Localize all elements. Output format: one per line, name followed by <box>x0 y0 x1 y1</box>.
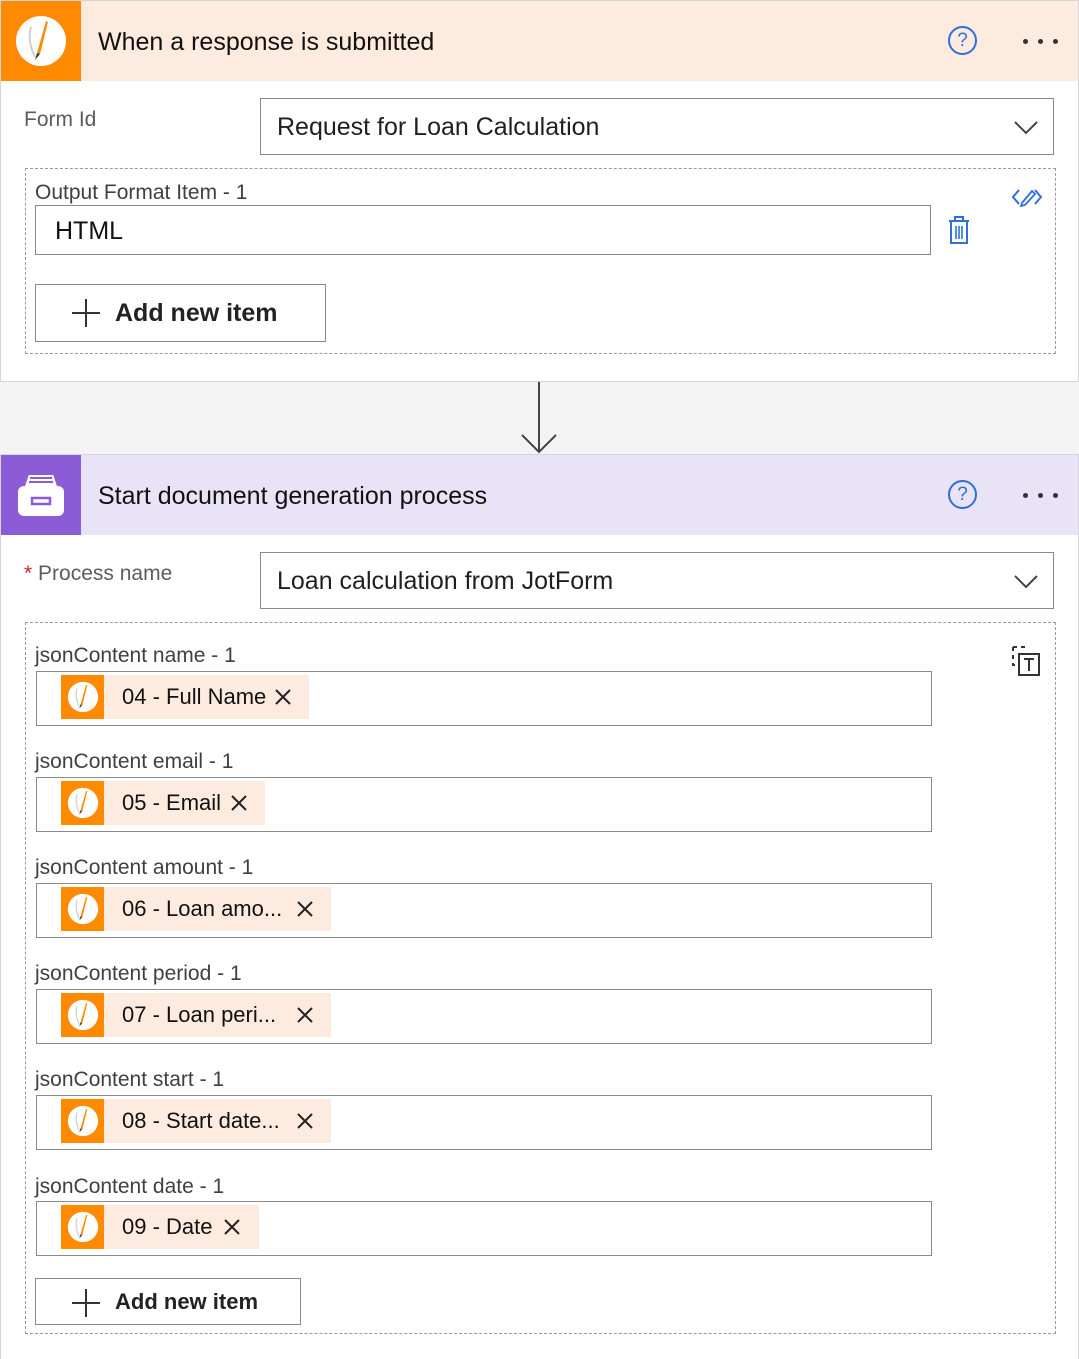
action-help-button[interactable]: ? <box>948 480 977 509</box>
trigger-title: When a response is submitted <box>98 28 435 56</box>
json-content-start-field[interactable]: 08 - Start date... <box>36 1095 932 1150</box>
token-label: 04 - Full Name <box>122 684 267 709</box>
flow-connector <box>0 382 1079 454</box>
jotform-pencil-icon <box>61 993 104 1037</box>
trigger-more-options-button[interactable] <box>1015 29 1065 53</box>
form-id-value: Request for Loan Calculation <box>277 113 600 141</box>
jotform-pencil-icon <box>1 1 81 81</box>
dynamic-content-token[interactable]: 04 - Full Name <box>61 675 309 719</box>
dot-icon <box>1022 492 1028 498</box>
dynamic-content-token[interactable]: 06 - Loan amo... <box>61 887 331 931</box>
remove-token-icon[interactable] <box>222 1217 242 1237</box>
json-content-date-field[interactable]: 09 - Date <box>36 1201 932 1256</box>
add-new-item-label: Add new item <box>115 299 278 327</box>
json-content-array: jsonContent name - 1 04 - Full Name json… <box>25 622 1056 1334</box>
process-name-dropdown[interactable]: Loan calculation from JotForm <box>260 552 1054 609</box>
output-format-value: HTML <box>55 217 124 245</box>
add-new-item-label: Add new item <box>115 1289 259 1314</box>
output-format-array: Output Format Item - 1 HTML Add new item <box>25 168 1056 354</box>
token-label: 05 - Email <box>122 790 222 815</box>
action-title: Start document generation process <box>98 482 488 510</box>
token-label: 07 - Loan peri... <box>122 1002 277 1027</box>
json-content-email-label: jsonContent email - 1 <box>35 750 234 773</box>
add-new-item-button[interactable]: Add new item <box>35 1278 301 1325</box>
remove-token-icon[interactable] <box>295 1111 315 1131</box>
dot-icon <box>1052 38 1058 44</box>
process-name-label-text: Process name <box>38 562 173 585</box>
trigger-header[interactable]: When a response is submitted ? <box>1 1 1078 81</box>
token-label: 09 - Date <box>122 1214 213 1239</box>
form-id-dropdown[interactable]: Request for Loan Calculation <box>260 98 1054 155</box>
jotform-pencil-icon <box>61 1205 104 1249</box>
json-content-name-label: jsonContent name - 1 <box>35 644 236 667</box>
action-card: Start document generation process ? * Pr… <box>0 454 1079 1359</box>
dynamic-content-token[interactable]: 05 - Email <box>61 781 265 825</box>
jotform-pencil-icon <box>61 887 104 931</box>
action-more-options-button[interactable] <box>1015 483 1065 507</box>
switch-to-text-mode-icon[interactable] <box>1011 645 1041 677</box>
trigger-help-button[interactable]: ? <box>948 26 977 55</box>
file-cabinet-icon <box>1 455 81 535</box>
trigger-card: When a response is submitted ? Form Id R… <box>0 0 1079 382</box>
dynamic-content-token[interactable]: 08 - Start date... <box>61 1099 331 1143</box>
output-format-item-label: Output Format Item - 1 <box>35 181 248 204</box>
required-marker: * <box>24 562 33 585</box>
json-content-amount-label: jsonContent amount - 1 <box>35 856 254 879</box>
jotform-pencil-icon <box>61 675 104 719</box>
json-content-email-field[interactable]: 05 - Email <box>36 777 932 832</box>
remove-token-icon[interactable] <box>273 687 293 707</box>
remove-token-icon[interactable] <box>295 1005 315 1025</box>
arrow-down-icon <box>521 382 557 454</box>
jotform-pencil-icon <box>61 1099 104 1143</box>
chevron-down-icon <box>1014 575 1038 589</box>
json-content-period-field[interactable]: 07 - Loan peri... <box>36 989 932 1044</box>
remove-token-icon[interactable] <box>229 793 249 813</box>
dot-icon <box>1022 38 1028 44</box>
jotform-pencil-icon <box>61 781 104 825</box>
process-name-value: Loan calculation from JotForm <box>277 567 614 595</box>
json-content-name-field[interactable]: 04 - Full Name <box>36 671 932 726</box>
json-content-amount-field[interactable]: 06 - Loan amo... <box>36 883 932 938</box>
dynamic-content-token[interactable]: 09 - Date <box>61 1205 259 1249</box>
json-content-period-label: jsonContent period - 1 <box>35 962 242 985</box>
remove-token-icon[interactable] <box>295 899 315 919</box>
switch-to-text-mode-icon[interactable] <box>1011 186 1043 208</box>
dot-icon <box>1037 492 1043 498</box>
json-content-date-label: jsonContent date - 1 <box>35 1175 225 1198</box>
chevron-down-icon <box>1014 121 1038 135</box>
form-id-label: Form Id <box>24 108 97 131</box>
json-content-start-label: jsonContent start - 1 <box>35 1068 225 1091</box>
token-label: 08 - Start date... <box>122 1108 280 1133</box>
action-header[interactable]: Start document generation process ? <box>1 455 1078 535</box>
dynamic-content-token[interactable]: 07 - Loan peri... <box>61 993 331 1037</box>
trash-icon[interactable] <box>947 215 971 245</box>
token-label: 06 - Loan amo... <box>122 896 283 921</box>
process-name-label: * Process name <box>24 562 172 586</box>
add-new-item-button[interactable]: Add new item <box>35 284 326 342</box>
plus-icon <box>72 1289 100 1317</box>
dot-icon <box>1037 38 1043 44</box>
dot-icon <box>1052 492 1058 498</box>
output-format-input[interactable]: HTML <box>35 205 931 255</box>
plus-icon <box>72 299 100 327</box>
